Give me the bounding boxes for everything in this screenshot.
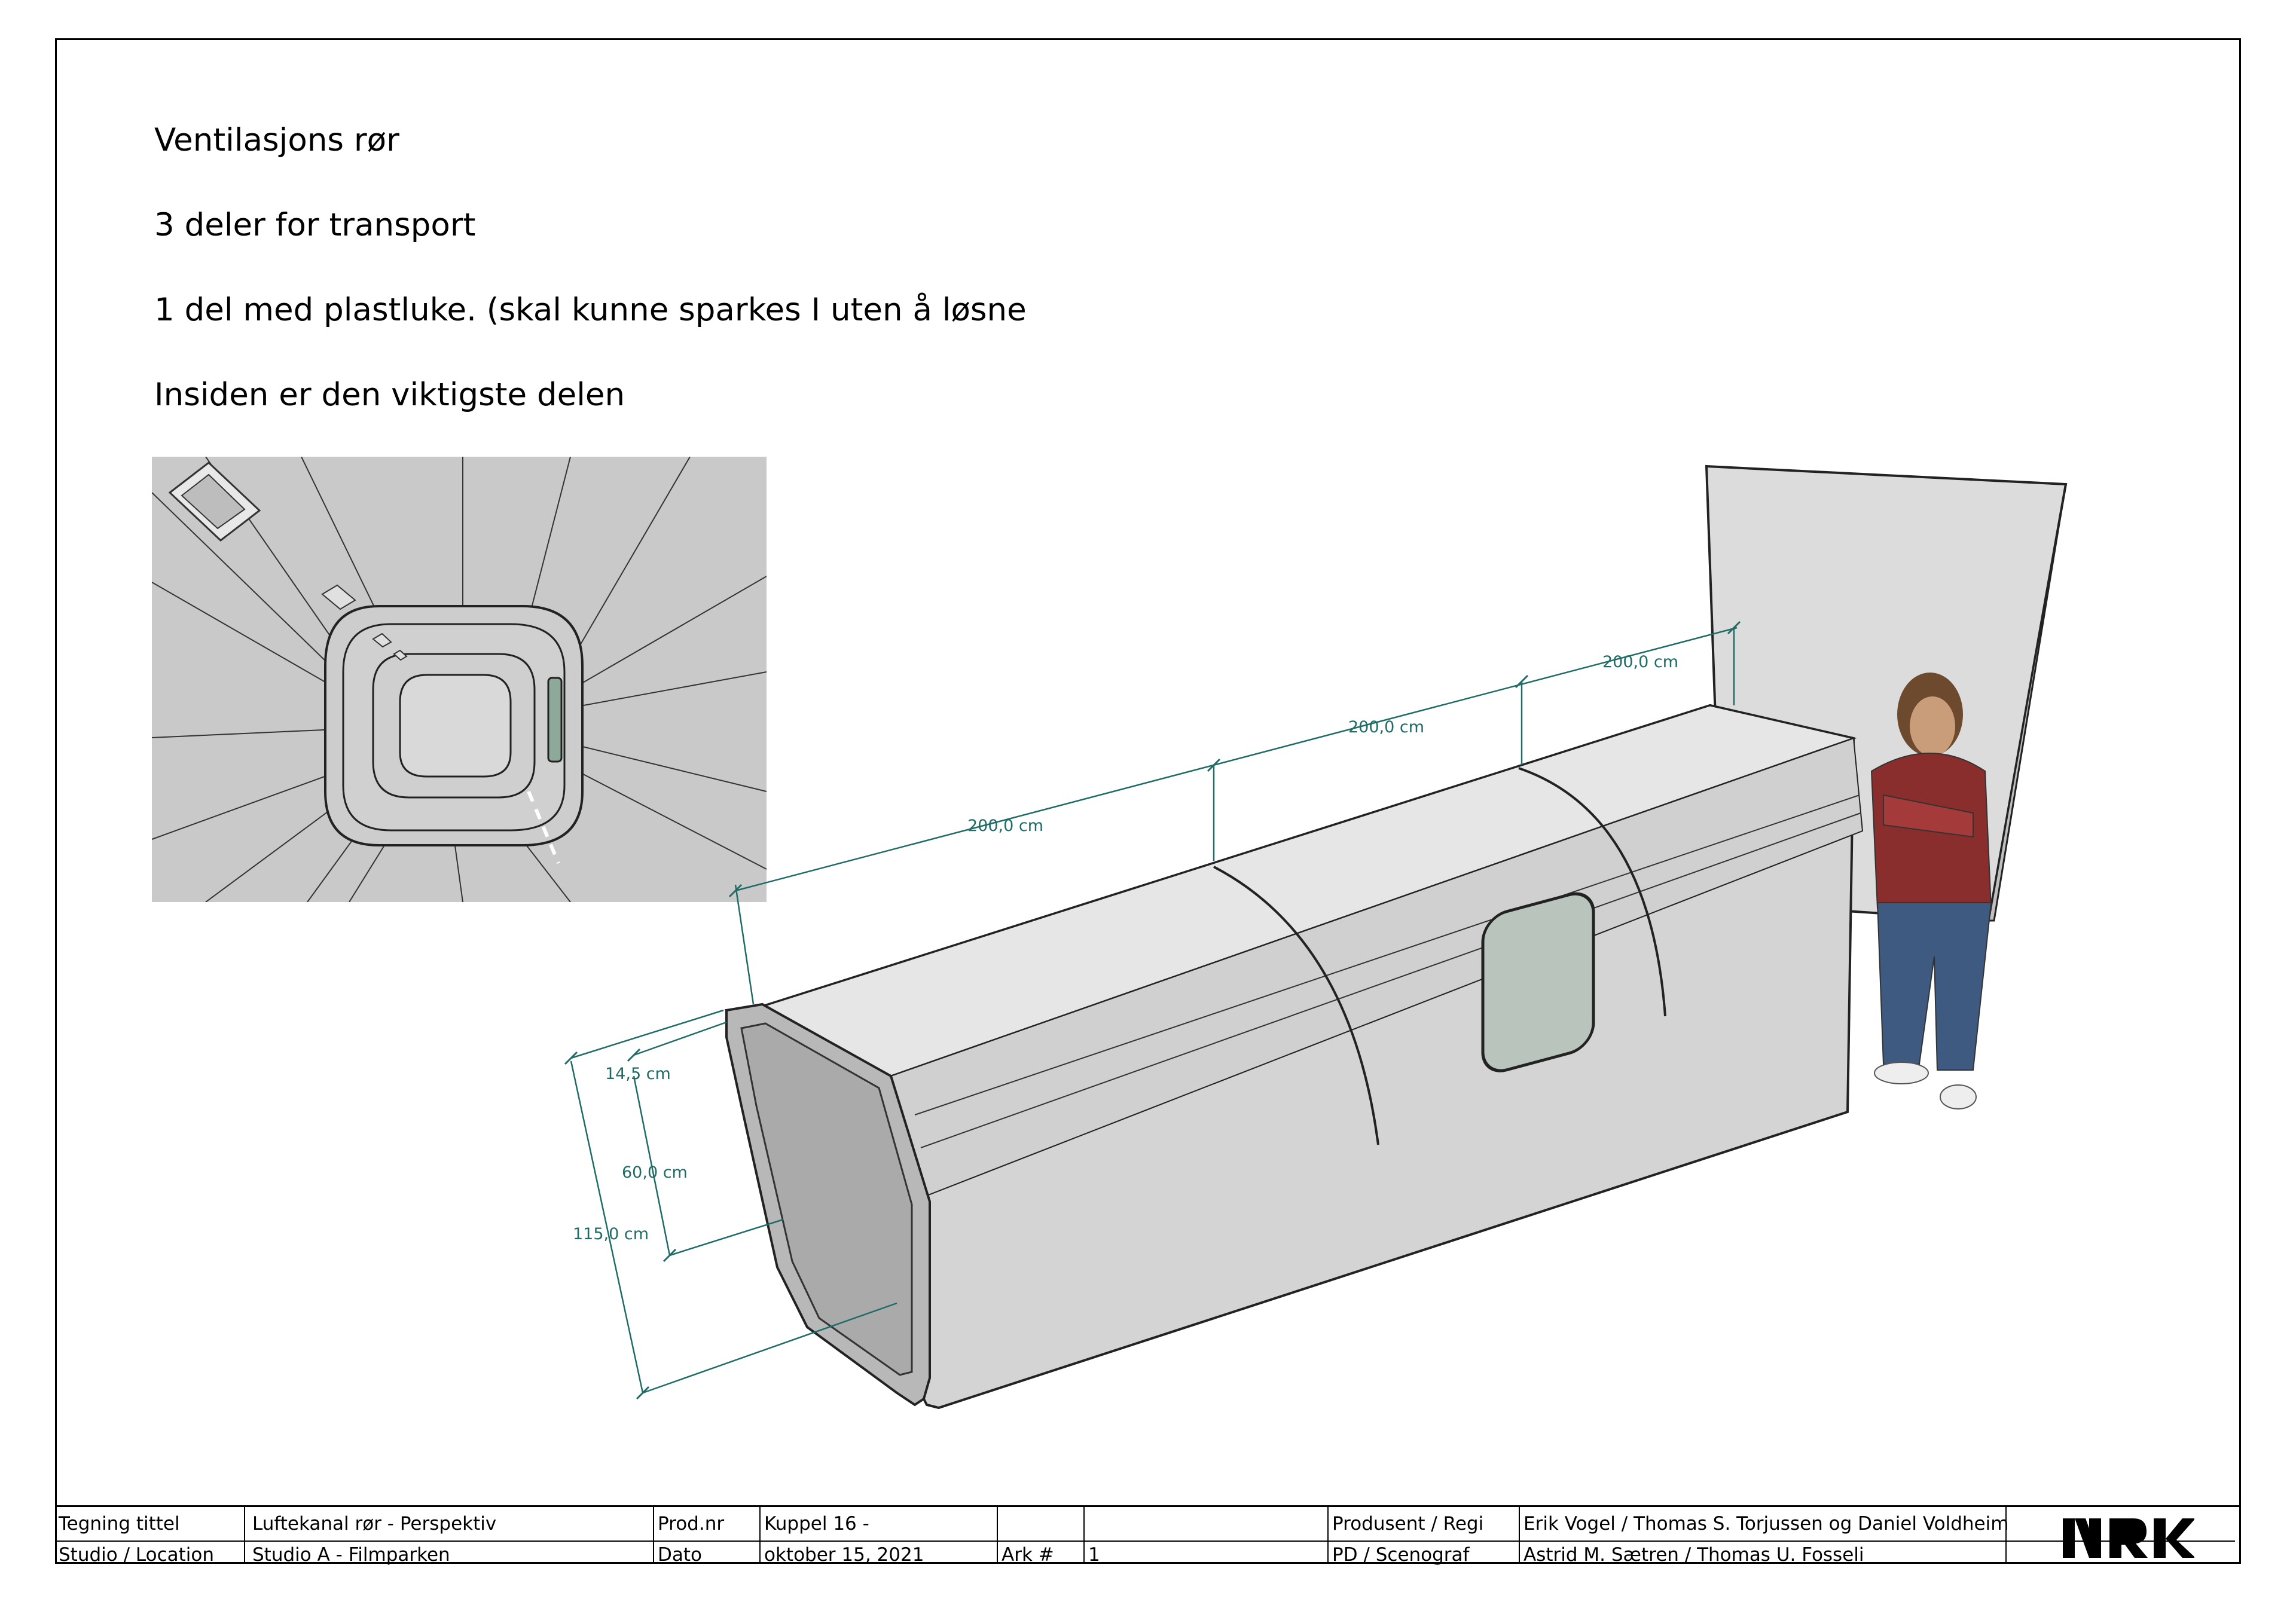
- duct-perspective-drawing: 200,0 cm 200,0 cm 200,0 cm 14,5 cm 60,0 …: [564, 464, 2068, 1410]
- date-label: Dato: [658, 1544, 702, 1566]
- pd-label: PD / Scenograf: [1332, 1544, 1470, 1566]
- drawing-title-value: Luftekanal rør - Perspektiv: [252, 1513, 497, 1535]
- studio-value: Studio A - Filmparken: [252, 1544, 450, 1566]
- studio-label: Studio / Location: [59, 1544, 215, 1566]
- nrk-logo: [2063, 1518, 2194, 1558]
- producer-label: Produsent / Regi: [1332, 1513, 1484, 1535]
- dim-section-1: 200,0 cm: [967, 817, 1043, 835]
- title-block: Tegning tittel Luftekanal rør - Perspekt…: [55, 1505, 2241, 1566]
- dim-section-2: 200,0 cm: [1348, 718, 1424, 736]
- date-value: oktober 15, 2021: [764, 1544, 924, 1566]
- sheet-value: 1: [1088, 1544, 1100, 1566]
- pd-value: Astrid M. Sætren / Thomas U. Fosseli: [1523, 1544, 1864, 1566]
- prod-nr-label: Prod.nr: [658, 1513, 725, 1535]
- duct-body: [724, 704, 1864, 1410]
- prod-nr-value: Kuppel 16 -: [764, 1513, 869, 1535]
- dim-total-height: 115,0 cm: [573, 1225, 649, 1243]
- sheet-label: Ark #: [1002, 1544, 1054, 1566]
- dim-section-3: 200,0 cm: [1602, 653, 1678, 671]
- producer-value: Erik Vogel / Thomas S. Torjussen og Dani…: [1523, 1513, 2009, 1535]
- title-block-divider: [55, 1541, 2235, 1542]
- drawing-title-label: Tegning tittel: [59, 1513, 180, 1535]
- dim-bevel: 14,5 cm: [605, 1065, 671, 1083]
- dim-inner-height: 60,0 cm: [622, 1163, 688, 1182]
